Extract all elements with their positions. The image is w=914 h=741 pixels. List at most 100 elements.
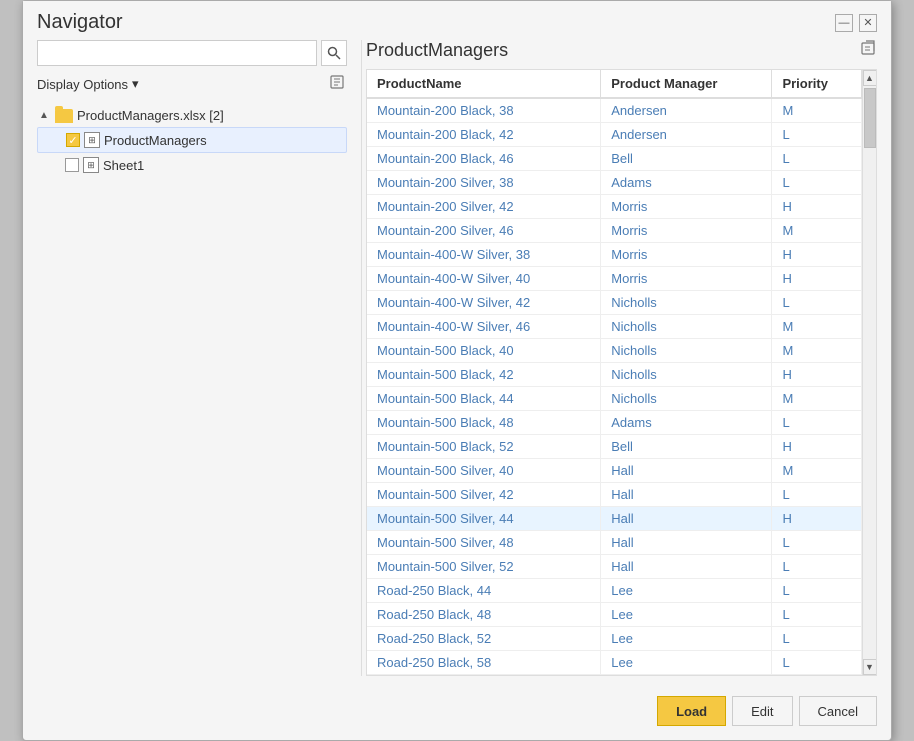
table-row: Mountain-500 Silver, 42HallL [367, 483, 862, 507]
scrollbar-track: ▲ ▼ [862, 70, 876, 675]
table-cell-priority: M [772, 459, 862, 483]
table-cell-manager: Lee [601, 579, 772, 603]
tree-item-productmanagers[interactable]: ✓ ⊞ ProductManagers [37, 127, 347, 153]
table-cell-name: Mountain-200 Black, 46 [367, 147, 601, 171]
table-cell-manager: Hall [601, 459, 772, 483]
table-cell-name: Mountain-400-W Silver, 40 [367, 267, 601, 291]
search-icon [327, 46, 341, 60]
close-button[interactable]: ✕ [859, 14, 877, 32]
table-cell-name: Road-250 Black, 58 [367, 651, 601, 675]
table-row: Mountain-500 Silver, 40HallM [367, 459, 862, 483]
table-cell-manager: Nicholls [601, 363, 772, 387]
table-cell-name: Mountain-500 Black, 42 [367, 363, 601, 387]
table-cell-name: Mountain-500 Black, 52 [367, 435, 601, 459]
table-row: Mountain-400-W Silver, 46NichollsM [367, 315, 862, 339]
tree-item-label-productmanagers: ProductManagers [104, 133, 207, 148]
preview-header: ProductManagers [366, 40, 877, 61]
table-cell-priority: M [772, 315, 862, 339]
table-row: Road-250 Black, 44LeeL [367, 579, 862, 603]
table-icon-productmanagers: ⊞ [84, 132, 100, 148]
search-icon-button[interactable] [321, 40, 347, 66]
table-cell-priority: L [772, 603, 862, 627]
table-row: Mountain-400-W Silver, 38MorrisH [367, 243, 862, 267]
table-row: Mountain-500 Black, 40NichollsM [367, 339, 862, 363]
table-cell-manager: Nicholls [601, 387, 772, 411]
table-cell-manager: Adams [601, 411, 772, 435]
table-cell-priority: L [772, 291, 862, 315]
navigator-dialog: Navigator — ✕ Display Options ▾ [22, 0, 892, 741]
table-cell-manager: Nicholls [601, 315, 772, 339]
display-options-button[interactable]: Display Options ▾ [37, 76, 139, 92]
table-cell-priority: H [772, 507, 862, 531]
preview-icon-button[interactable] [861, 40, 877, 61]
table-row: Mountain-500 Black, 48AdamsL [367, 411, 862, 435]
scroll-up-button[interactable]: ▲ [863, 70, 877, 86]
col-header-productmanager: Product Manager [601, 70, 772, 98]
table-cell-manager: Bell [601, 147, 772, 171]
export-icon [861, 40, 877, 56]
table-row: Mountain-200 Silver, 42MorrisH [367, 195, 862, 219]
panel-divider [361, 40, 362, 676]
tree-file-node: ▲ ProductManagers.xlsx [2] [37, 104, 347, 127]
table-row: Mountain-500 Black, 52BellH [367, 435, 862, 459]
table-cell-priority: L [772, 483, 862, 507]
table-cell-name: Mountain-200 Black, 38 [367, 98, 601, 123]
minimize-button[interactable]: — [835, 14, 853, 32]
table-row: Road-250 Black, 52LeeL [367, 627, 862, 651]
table-cell-manager: Morris [601, 195, 772, 219]
tree-area: ▲ ProductManagers.xlsx [2] ✓ ⊞ ProductMa… [37, 104, 347, 676]
table-cell-name: Mountain-500 Silver, 44 [367, 507, 601, 531]
table-row: Mountain-200 Black, 42AndersenL [367, 123, 862, 147]
table-cell-priority: M [772, 219, 862, 243]
table-cell-priority: L [772, 147, 862, 171]
table-cell-priority: L [772, 627, 862, 651]
table-cell-manager: Andersen [601, 98, 772, 123]
table-cell-priority: M [772, 387, 862, 411]
table-cell-manager: Morris [601, 267, 772, 291]
checkbox-sheet1[interactable] [65, 158, 79, 172]
refresh-icon-button[interactable] [327, 72, 347, 96]
display-options-label: Display Options [37, 77, 128, 92]
table-row: Road-250 Black, 48LeeL [367, 603, 862, 627]
table-cell-priority: H [772, 243, 862, 267]
table-cell-name: Mountain-500 Silver, 40 [367, 459, 601, 483]
table-cell-name: Road-250 Black, 48 [367, 603, 601, 627]
scroll-down-button[interactable]: ▼ [863, 659, 877, 675]
dialog-title: Navigator [37, 11, 123, 34]
right-panel: ProductManagers ProductName [366, 40, 877, 676]
table-row: Mountain-500 Black, 44NichollsM [367, 387, 862, 411]
checkbox-productmanagers[interactable]: ✓ [66, 133, 80, 147]
left-panel: Display Options ▾ ▲ [37, 40, 357, 676]
cancel-button[interactable]: Cancel [799, 696, 877, 726]
table-cell-priority: H [772, 363, 862, 387]
table-cell-name: Mountain-500 Black, 48 [367, 411, 601, 435]
table-cell-manager: Hall [601, 483, 772, 507]
dialog-body: Display Options ▾ ▲ [23, 40, 891, 686]
table-cell-manager: Lee [601, 627, 772, 651]
preview-title: ProductManagers [366, 40, 508, 61]
table-cell-manager: Nicholls [601, 339, 772, 363]
table-cell-priority: H [772, 267, 862, 291]
data-table: ProductName Product Manager Priority Mou… [367, 70, 862, 675]
table-cell-priority: H [772, 195, 862, 219]
edit-button[interactable]: Edit [732, 696, 792, 726]
table-cell-manager: Bell [601, 435, 772, 459]
table-cell-manager: Morris [601, 219, 772, 243]
refresh-icon [329, 74, 345, 90]
table-cell-name: Mountain-400-W Silver, 42 [367, 291, 601, 315]
table-cell-priority: M [772, 98, 862, 123]
search-input[interactable] [37, 40, 317, 66]
table-cell-manager: Adams [601, 171, 772, 195]
load-button[interactable]: Load [657, 696, 726, 726]
tree-item-sheet1[interactable]: ⊞ Sheet1 [37, 153, 347, 177]
table-body: Mountain-200 Black, 38AndersenMMountain-… [367, 98, 862, 675]
table-cell-priority: H [772, 435, 862, 459]
table-cell-priority: M [772, 339, 862, 363]
dialog-footer: Load Edit Cancel [23, 686, 891, 740]
tree-expand-arrow: ▲ [39, 110, 51, 121]
table-cell-manager: Hall [601, 555, 772, 579]
scroll-thumb[interactable] [864, 88, 876, 148]
table-row: Mountain-500 Silver, 48HallL [367, 531, 862, 555]
col-header-priority: Priority [772, 70, 862, 98]
table-cell-name: Mountain-200 Black, 42 [367, 123, 601, 147]
